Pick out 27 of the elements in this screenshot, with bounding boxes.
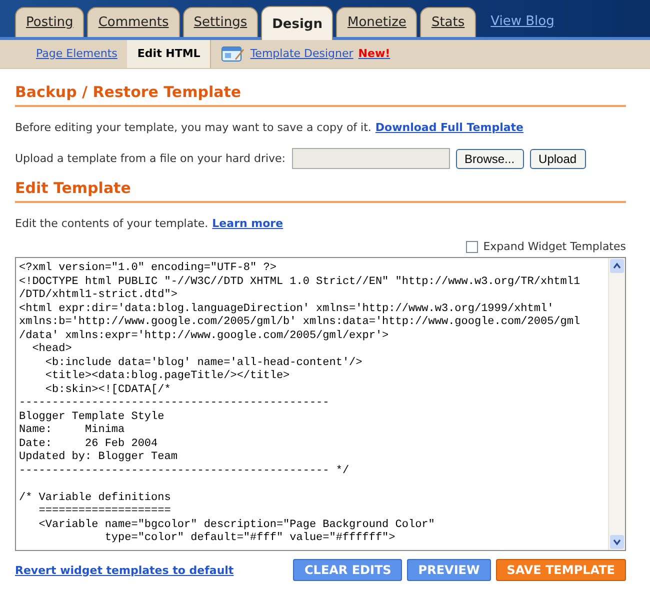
subnav-link[interactable]: Page Elements [26, 40, 128, 68]
nav-tab[interactable]: Stats [420, 7, 476, 37]
nav-tab[interactable]: Design [261, 6, 334, 40]
edit-intro: Edit the contents of your template. [15, 217, 208, 230]
upload-button[interactable]: Upload [530, 148, 586, 168]
section-heading: Edit Template [15, 179, 626, 203]
scroll-down-icon[interactable] [610, 535, 624, 549]
file-field[interactable] [292, 148, 450, 169]
learn-more-link[interactable]: Learn more [212, 217, 284, 230]
scroll-up-icon[interactable] [610, 259, 624, 273]
new-label: New! [358, 46, 390, 62]
template-window-icon [221, 45, 246, 63]
nav-tab[interactable]: Settings [182, 7, 258, 37]
download-link[interactable]: Download Full Template [375, 121, 524, 134]
expand-label: Expand Widget Templates [483, 240, 626, 253]
nav-tab[interactable]: Posting [15, 7, 84, 37]
revert-link[interactable]: Revert widget templates to default [15, 564, 288, 576]
subnav-link[interactable]: Edit HTML [127, 40, 212, 68]
browse-button[interactable]: Browse... [456, 148, 524, 168]
view-blog-link[interactable]: View Blog [490, 7, 554, 37]
nav-tab[interactable]: Comments [87, 7, 180, 37]
section-heading: Backup / Restore Template [15, 83, 626, 107]
subnav-link[interactable]: Template Designer New! [211, 40, 400, 68]
nav-tab[interactable]: Monetize [336, 7, 418, 37]
upload-label: Upload a template from a file on your hard drive: [15, 152, 286, 165]
backup-intro: Before editing your template, you may want to save a copy of it. [15, 121, 372, 134]
expand-checkbox[interactable] [466, 240, 478, 252]
